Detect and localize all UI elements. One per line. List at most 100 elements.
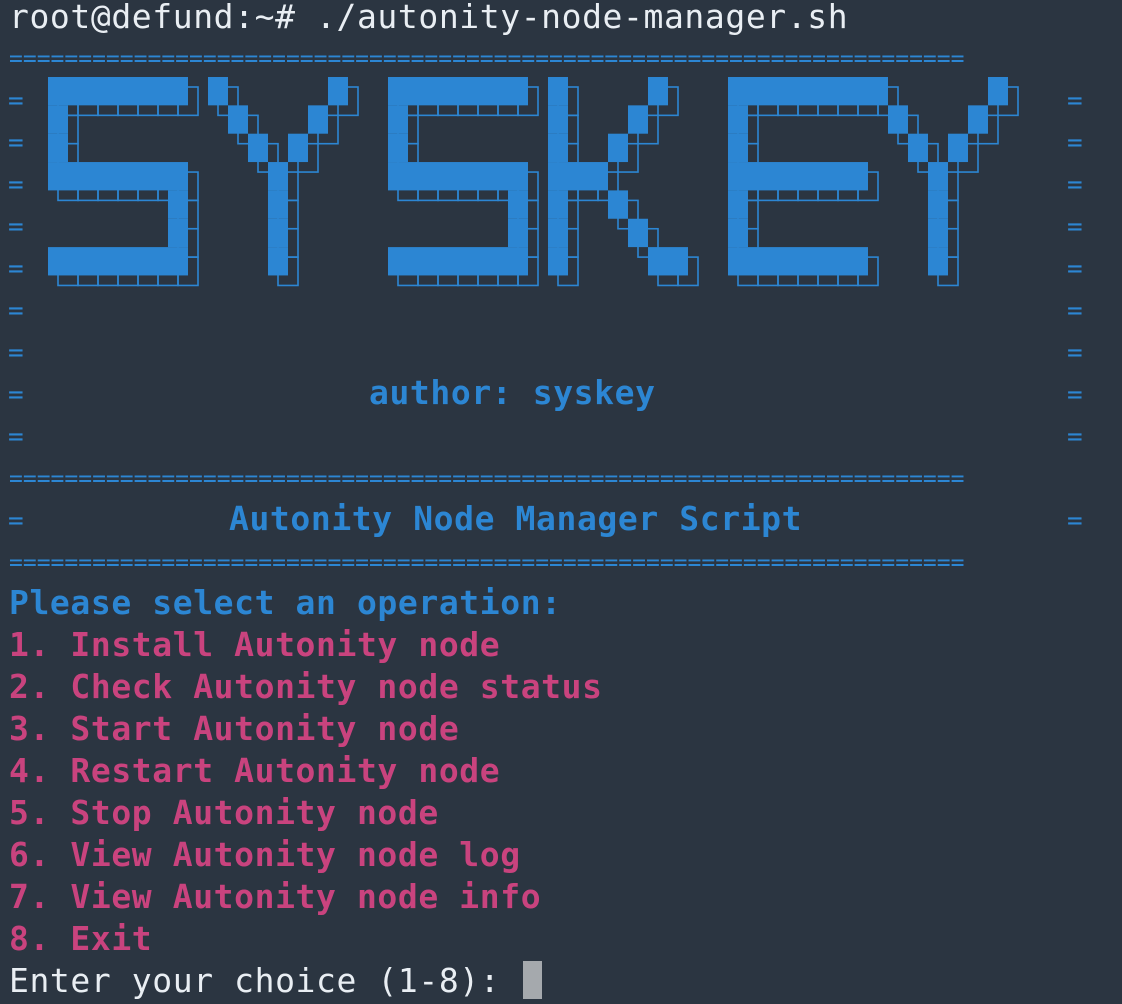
logo-block-cell: [788, 247, 808, 276]
menu-item-status: 2. Check Autonity node status: [9, 667, 603, 706]
logo-block-cell: [168, 162, 188, 191]
logo-block-cell: [168, 247, 188, 276]
logo-block-cell: [168, 218, 188, 248]
logo-block-cell: [768, 162, 788, 191]
banner-bottom-rule: ========================================…: [9, 550, 965, 576]
logo-block-cell: [788, 162, 808, 191]
logo-block-cell: [508, 77, 528, 106]
logo-block-cell: [928, 162, 948, 191]
banner-author: author: syskey: [369, 373, 656, 412]
menu-item-info: 7. View Autonity node info: [9, 877, 542, 916]
logo-block-cell: [848, 77, 868, 106]
logo-block-cell: [548, 190, 568, 219]
logo-block-cell: [548, 77, 568, 106]
logo-block-cell: [88, 247, 108, 276]
logo-block-cell: [468, 162, 488, 191]
logo-block-cell: [728, 247, 748, 276]
choice-prompt-text: Enter your choice (1-8):: [9, 961, 521, 1000]
logo-block-cell: [768, 77, 788, 106]
logo-block-cell: [468, 77, 488, 106]
logo-block-cell: [428, 77, 448, 106]
logo-block-cell: [848, 247, 868, 276]
logo-block-cell: [48, 105, 68, 134]
logo-block-cell: [828, 162, 848, 191]
logo-block-cell: [48, 133, 68, 163]
logo-block-cell: [148, 77, 168, 106]
logo-block-cell: [48, 247, 68, 276]
logo-block-cell: [808, 162, 828, 191]
menu-item-stop: 5. Stop Autonity node: [9, 793, 439, 832]
menu-item-restart: 4. Restart Autonity node: [9, 751, 501, 790]
logo-block-cell: [68, 77, 88, 106]
logo-block-cell: [268, 247, 288, 276]
logo-block-cell: [388, 247, 408, 276]
logo-block-cell: [608, 133, 628, 163]
logo-block-cell: [448, 77, 468, 106]
terminal-cursor[interactable]: [522, 961, 542, 999]
logo-block-cell: [268, 190, 288, 219]
logo-block-cell: [448, 162, 468, 191]
logo-block-cell: [268, 218, 288, 248]
logo-block-cell: [128, 162, 148, 191]
logo-block-letters: [48, 77, 1008, 276]
logo-block-cell: [928, 218, 948, 248]
logo-block-cell: [548, 162, 568, 191]
logo-block-cell: [728, 133, 748, 163]
menu-heading: Please select an operation:: [9, 583, 562, 622]
logo-block-cell: [728, 218, 748, 248]
menu-item-install: 1. Install Autonity node: [9, 625, 501, 664]
logo-block-cell: [388, 133, 408, 163]
logo-block-cell: [568, 162, 588, 191]
logo-block-cell: [408, 77, 428, 106]
banner-right-edge: =: [1067, 422, 1084, 452]
banner-middle-rule: ========================================…: [9, 466, 965, 492]
logo-block-cell: [268, 162, 288, 191]
logo-block-cell: [728, 105, 748, 134]
choice-prompt-line[interactable]: Enter your choice (1-8):: [9, 960, 542, 1002]
logo-block-cell: [548, 133, 568, 163]
logo-block-cell: [108, 77, 128, 106]
logo-block-cell: [88, 77, 108, 106]
banner-left-edge: =: [8, 380, 25, 410]
logo-block-cell: [968, 105, 988, 134]
logo-block-cell: [648, 247, 668, 276]
logo-block-cell: [748, 162, 768, 191]
logo-block-cell: [388, 77, 408, 106]
logo-block-cell: [488, 77, 508, 106]
logo-block-cell: [328, 77, 348, 106]
logo-block-cell: [168, 77, 188, 106]
logo-block-cell: [548, 218, 568, 248]
logo-block-cell: [228, 105, 248, 134]
logo-block-cell: [748, 77, 768, 106]
logo-block-cell: [788, 77, 808, 106]
logo-block-cell: [488, 247, 508, 276]
script-title: Autonity Node Manager Script: [229, 499, 803, 538]
logo-block-cell: [628, 105, 648, 134]
banner-left-edge: =: [8, 422, 25, 452]
logo-block-cell: [548, 105, 568, 134]
terminal-window[interactable]: root@defund:~# ./autonity-node-manager.s…: [0, 0, 1122, 1004]
logo-block-cell: [748, 247, 768, 276]
logo-block-cell: [508, 218, 528, 248]
banner-right-edge: =: [1067, 380, 1084, 410]
logo-block-cell: [948, 133, 968, 163]
logo-block-cell: [868, 77, 888, 106]
title-right-edge: =: [1067, 506, 1084, 536]
logo-block-cell: [508, 247, 528, 276]
logo-block-cell: [308, 105, 328, 134]
logo-block-cell: [408, 247, 428, 276]
banner-left-edge: =: [8, 338, 25, 368]
title-left-edge: =: [8, 506, 25, 536]
logo-block-cell: [88, 162, 108, 191]
logo-block-cell: [448, 247, 468, 276]
logo-block-cell: [828, 247, 848, 276]
logo-block-cell: [628, 218, 648, 248]
logo-block-cell: [128, 77, 148, 106]
menu-item-start: 3. Start Autonity node: [9, 709, 460, 748]
logo-block-cell: [508, 162, 528, 191]
logo-block-cell: [428, 162, 448, 191]
logo-block-cell: [588, 162, 608, 191]
logo-block-cell: [608, 190, 628, 219]
logo-block-cell: [828, 77, 848, 106]
logo-block-cell: [488, 162, 508, 191]
